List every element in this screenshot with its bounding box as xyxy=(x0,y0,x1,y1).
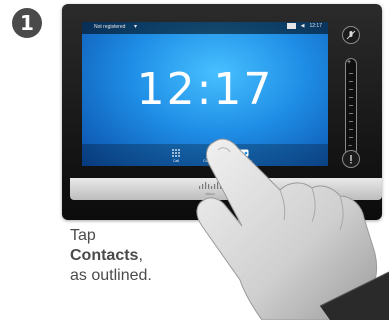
status-icons: ◀ 12:17 xyxy=(286,23,322,29)
chevron-down-icon[interactable]: ▾ xyxy=(134,23,137,30)
camera-icon[interactable] xyxy=(286,23,296,29)
volume-plus-icon: + xyxy=(347,59,352,66)
status-bar: Not registered ▾ ◀ 12:17 xyxy=(82,22,328,34)
home-clock: 12:17 xyxy=(136,64,274,115)
registration-status[interactable]: Not registered xyxy=(94,24,125,30)
microphone-mute-icon xyxy=(346,30,356,40)
status-time: 12:17 xyxy=(309,23,322,29)
caption-contacts-bold: Contacts xyxy=(70,247,139,264)
caption-comma: , xyxy=(138,247,143,264)
step-number-badge: 1 xyxy=(12,8,42,38)
mute-microphone-button[interactable] xyxy=(342,26,360,44)
volume-icon[interactable]: ◀ xyxy=(301,23,305,29)
pointing-hand-illustration xyxy=(196,138,389,320)
